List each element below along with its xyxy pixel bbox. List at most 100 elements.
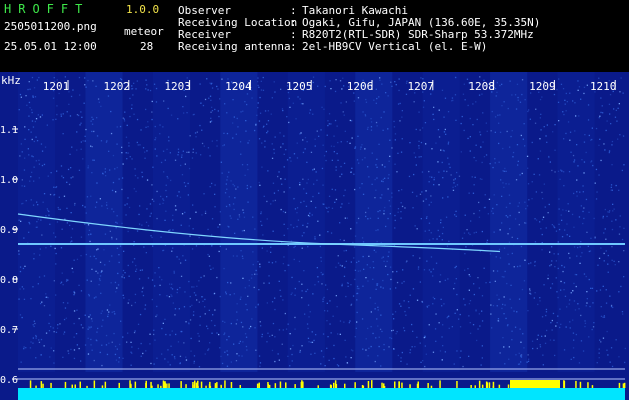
noise-dot	[247, 201, 249, 203]
noise-dot	[162, 150, 165, 152]
noise-dot	[341, 265, 343, 267]
noise-dot	[194, 132, 197, 134]
noise-dot	[90, 195, 92, 197]
noise-dot	[21, 316, 23, 319]
noise-dot	[362, 348, 364, 350]
noise-dot	[63, 318, 66, 321]
noise-dot	[219, 211, 221, 213]
noise-dot	[430, 195, 432, 197]
noise-dot	[233, 116, 235, 118]
noise-dot	[139, 144, 141, 146]
noise-dot	[300, 201, 302, 204]
noise-dot	[561, 236, 564, 238]
noise-dot	[142, 352, 144, 355]
noise-dot	[156, 190, 158, 193]
noise-dot	[618, 356, 620, 358]
noise-dot	[373, 249, 375, 251]
noise-dot	[91, 268, 93, 270]
noise-dot	[92, 118, 94, 120]
noise-dot	[245, 130, 247, 132]
noise-dot	[266, 250, 268, 252]
noise-dot	[400, 217, 402, 219]
noise-dot	[57, 324, 59, 326]
noise-dot	[240, 296, 242, 298]
noise-dot	[554, 266, 556, 268]
noise-dot	[603, 316, 606, 318]
noise-dot	[501, 195, 503, 197]
noise-dot	[68, 103, 70, 105]
noise-dot	[56, 113, 58, 116]
noise-dot	[586, 302, 588, 304]
noise-dot	[412, 207, 414, 209]
noise-dot	[394, 163, 396, 165]
noise-dot	[428, 304, 430, 307]
noise-dot	[153, 200, 155, 202]
noise-dot	[560, 83, 563, 85]
level-peak	[334, 380, 337, 388]
noise-dot	[445, 133, 447, 135]
noise-dot	[586, 298, 588, 300]
noise-dot	[572, 154, 575, 157]
noise-dot	[28, 129, 30, 131]
noise-dot	[88, 295, 90, 297]
noise-dot	[95, 339, 97, 341]
noise-dot	[573, 356, 575, 359]
noise-dot	[246, 349, 248, 351]
noise-dot	[602, 285, 604, 287]
noise-dot	[78, 317, 80, 320]
noise-dot	[335, 166, 337, 168]
noise-dot	[144, 157, 146, 159]
noise-dot	[313, 183, 315, 185]
noise-dot	[520, 245, 523, 248]
noise-dot	[32, 96, 34, 98]
noise-dot	[388, 160, 390, 162]
noise-dot	[18, 250, 20, 252]
noise-dot	[516, 237, 519, 240]
noise-dot	[99, 198, 101, 200]
noise-dot	[317, 220, 319, 222]
noise-dot	[263, 195, 265, 197]
noise-dot	[147, 277, 150, 279]
noise-dot	[305, 290, 307, 293]
noise-dot	[591, 160, 593, 162]
noise-dot	[48, 214, 50, 216]
noise-dot	[211, 332, 213, 334]
y-unit-label: kHz	[1, 74, 21, 87]
noise-dot	[78, 284, 80, 286]
noise-dot	[122, 269, 125, 272]
noise-dot	[480, 364, 482, 366]
noise-dot	[358, 162, 360, 164]
noise-dot	[593, 217, 595, 220]
noise-dot	[266, 218, 268, 220]
noise-dot	[92, 159, 94, 161]
noise-dot	[423, 336, 425, 339]
noise-dot	[41, 164, 44, 167]
noise-dot	[503, 276, 505, 278]
noise-dot	[518, 224, 520, 226]
noise-dot	[91, 320, 93, 322]
noise-dot	[598, 257, 601, 259]
app-title: HROFFT	[4, 2, 90, 16]
noise-dot	[492, 166, 494, 169]
noise-dot	[91, 349, 93, 351]
noise-dot	[125, 152, 127, 154]
noise-dot	[25, 200, 27, 202]
noise-dot	[224, 332, 226, 334]
noise-dot	[525, 208, 527, 210]
noise-dot	[565, 92, 567, 95]
noise-dot	[303, 200, 305, 202]
noise-dot	[232, 99, 234, 101]
noise-dot	[312, 81, 314, 84]
noise-dot	[320, 260, 322, 262]
noise-dot	[554, 171, 556, 173]
noise-dot	[573, 339, 575, 341]
noise-dot	[137, 323, 140, 325]
noise-dot	[185, 356, 187, 358]
noise-dot	[362, 255, 364, 258]
noise-dot	[502, 182, 504, 184]
noise-dot	[280, 88, 282, 90]
noise-dot	[218, 333, 220, 336]
level-peak	[416, 383, 419, 388]
level-peak	[40, 381, 43, 388]
noise-dot	[441, 359, 443, 361]
